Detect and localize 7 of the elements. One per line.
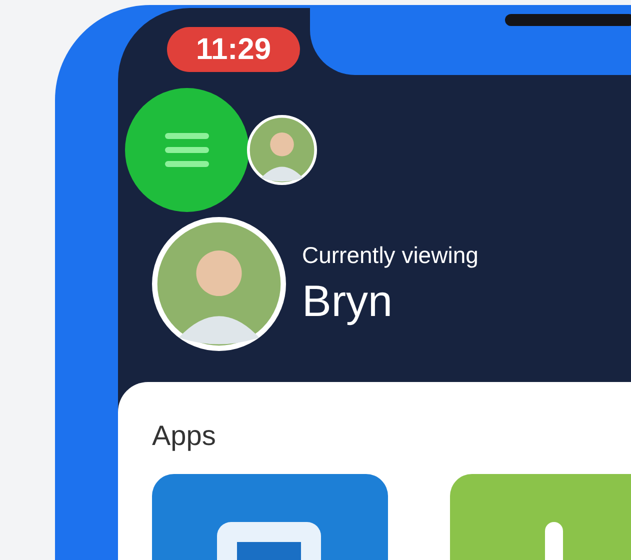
viewing-label: Currently viewing — [302, 242, 478, 268]
status-time: 11:29 — [167, 27, 300, 72]
profile-name: Bryn — [302, 276, 394, 326]
section-title: Apps — [152, 420, 216, 452]
menu-icon — [165, 133, 209, 167]
avatar — [247, 115, 317, 185]
app-tile[interactable] — [152, 474, 388, 560]
